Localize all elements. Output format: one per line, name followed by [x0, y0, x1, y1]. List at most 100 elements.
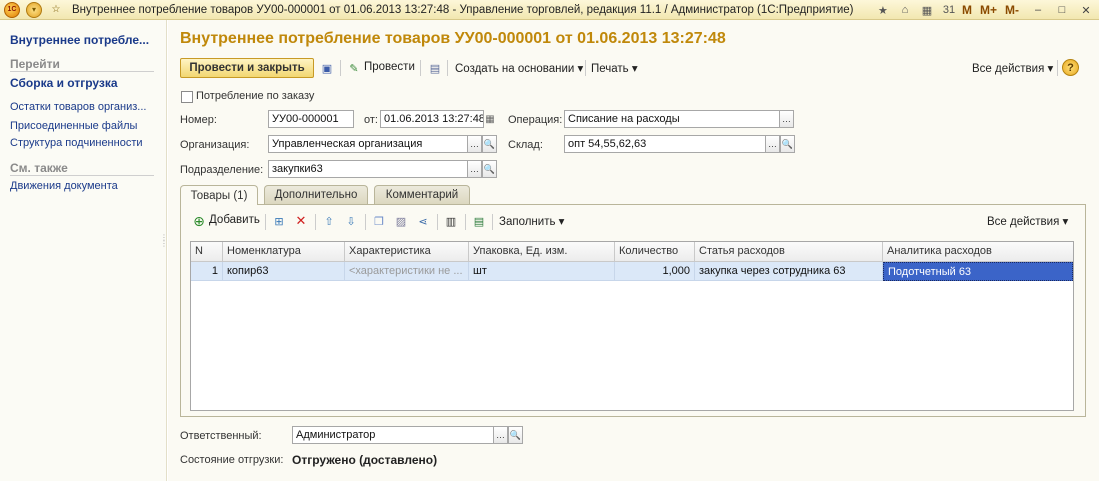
memory-m-plus-button[interactable]: M+ — [980, 3, 997, 17]
copy-icon[interactable]: ❐ — [371, 213, 387, 229]
goods-all-actions-label: Все действия — [987, 216, 1060, 228]
cell-expense-item[interactable]: закупка через сотрудника 63 — [695, 262, 883, 281]
post-icon[interactable]: ✎ — [346, 60, 362, 76]
toolbar-separator — [492, 214, 493, 230]
cell-quantity[interactable]: 1,000 — [615, 262, 695, 281]
calculator-icon[interactable]: ▦ — [918, 2, 936, 18]
column-header-nomenclature[interactable]: Номенклатура — [223, 242, 345, 262]
create-based-on-dropdown[interactable]: Создать на основании ▾ — [455, 61, 583, 75]
favorite-star-icon[interactable]: ☆ — [48, 2, 64, 18]
barcode-icon[interactable]: ▥ — [443, 213, 459, 229]
column-header-quantity[interactable]: Количество — [615, 242, 695, 262]
column-header-expense-analytics[interactable]: Аналитика расходов — [883, 242, 1073, 262]
number-label: Номер: — [180, 114, 217, 126]
nav-goto-header: Перейти — [10, 57, 60, 71]
warehouse-select-button[interactable]: … — [765, 135, 780, 153]
navigation-panel: Внутреннее потребле... Перейти Сборка и … — [0, 20, 168, 481]
print-dropdown[interactable]: Печать ▾ — [591, 61, 638, 75]
panel-resize-handle[interactable]: ⋮ ⋮ — [160, 234, 168, 265]
minimize-icon[interactable]: – — [1027, 2, 1049, 18]
toolbar-separator — [365, 214, 366, 230]
nav-item-document-movements[interactable]: Движения документа — [10, 180, 118, 192]
date-field[interactable]: 01.06.2013 13:27:48 — [380, 110, 484, 128]
table-row[interactable]: 1 копир63 <характеристики не ... шт 1,00… — [191, 262, 1073, 281]
tab-goods[interactable]: Товары (1) — [180, 185, 258, 205]
chevron-down-icon: ▾ — [558, 216, 565, 228]
goods-table: N Номенклатура Характеристика Упаковка, … — [190, 241, 1074, 411]
column-header-expense-item[interactable]: Статья расходов — [695, 242, 883, 262]
split-icon[interactable]: ⋖ — [415, 213, 431, 229]
operation-field[interactable]: Списание на расходы — [564, 110, 780, 128]
toolbar-separator — [447, 60, 448, 76]
shipment-status-value: Отгружено (доставлено) — [292, 453, 438, 467]
history-icon[interactable]: ⌂ — [896, 2, 914, 18]
responsible-field[interactable]: Администратор — [292, 426, 494, 444]
register-icon[interactable]: ▤ — [427, 60, 443, 76]
operation-select-button[interactable]: … — [779, 110, 794, 128]
fill-table-icon[interactable]: ▤ — [471, 213, 487, 229]
delete-icon[interactable]: ✕ — [293, 213, 309, 229]
page-title: Внутреннее потребление товаров УУ00-0000… — [180, 30, 726, 47]
toolbar-separator — [465, 214, 466, 230]
nav-document-title[interactable]: Внутреннее потребле... — [10, 33, 149, 47]
post-button[interactable]: Провести — [364, 61, 415, 73]
division-field[interactable]: закупки63 — [268, 160, 468, 178]
memory-m-minus-button[interactable]: M- — [1005, 3, 1019, 17]
toolbar-separator — [315, 214, 316, 230]
nav-item-attached-files[interactable]: Присоединенные файлы — [10, 120, 137, 132]
cell-characteristic[interactable]: <характеристики не ... — [345, 262, 469, 281]
cell-expense-analytics[interactable]: Подотчетный 63 — [883, 262, 1073, 281]
nav-item-assembly-shipment[interactable]: Сборка и отгрузка — [10, 76, 118, 90]
nav-item-org-stock[interactable]: Остатки товаров организ... — [10, 101, 146, 113]
column-header-package-unit[interactable]: Упаковка, Ед. изм. — [469, 242, 615, 262]
cell-nomenclature[interactable]: копир63 — [223, 262, 345, 281]
add-button[interactable]: Добавить — [209, 214, 260, 226]
cell-n[interactable]: 1 — [191, 262, 223, 281]
move-down-icon[interactable]: ⇩ — [343, 213, 359, 229]
organization-search-icon[interactable]: 🔍 — [482, 135, 497, 153]
organization-select-button[interactable]: … — [467, 135, 482, 153]
calendar-picker-icon[interactable]: ▦ — [482, 111, 498, 127]
number-field[interactable]: УУ00-000001 — [268, 110, 354, 128]
add-icon[interactable]: ⊕ — [191, 213, 207, 229]
consumption-by-order-checkbox[interactable] — [181, 91, 193, 103]
fill-dropdown[interactable]: Заполнить ▾ — [499, 214, 564, 228]
responsible-select-button[interactable]: … — [493, 426, 508, 444]
division-select-button[interactable]: … — [467, 160, 482, 178]
copy-row-icon[interactable]: ⊞ — [271, 213, 287, 229]
maximize-icon[interactable]: □ — [1051, 2, 1073, 18]
toolbar-separator — [585, 60, 586, 76]
column-header-characteristic[interactable]: Характеристика — [345, 242, 469, 262]
calendar-icon[interactable]: 31 — [940, 2, 958, 18]
add-favorite-icon[interactable]: ★ — [874, 2, 892, 18]
tab-additional[interactable]: Дополнительно — [264, 185, 368, 204]
division-label: Подразделение: — [180, 164, 264, 176]
goods-all-actions-dropdown[interactable]: Все действия ▾ — [987, 214, 1068, 228]
warehouse-search-icon[interactable]: 🔍 — [780, 135, 795, 153]
cell-package-unit[interactable]: шт — [469, 262, 615, 281]
responsible-label: Ответственный: — [180, 430, 262, 442]
nav-see-also-header: См. также — [10, 161, 68, 175]
chevron-down-icon: ▾ — [631, 63, 638, 75]
organization-field[interactable]: Управленческая организация — [268, 135, 468, 153]
close-icon[interactable]: ✕ — [1075, 2, 1097, 18]
toolbar-separator — [437, 214, 438, 230]
save-icon[interactable]: ▣ — [319, 60, 335, 76]
paste-icon[interactable]: ▨ — [393, 213, 409, 229]
warehouse-field[interactable]: опт 54,55,62,63 — [564, 135, 766, 153]
column-header-n[interactable]: N — [191, 242, 223, 262]
shipment-status-label: Состояние отгрузки: — [180, 454, 284, 466]
menu-dropdown-icon[interactable]: ▾ — [26, 1, 42, 18]
goods-tab-panel: ⊕ Добавить ⊞ ✕ ⇧ ⇩ ❐ ▨ ⋖ ▥ ▤ Заполнить ▾… — [180, 204, 1086, 417]
chevron-down-icon: ▾ — [1062, 216, 1069, 228]
tab-comment[interactable]: Комментарий — [374, 185, 470, 204]
memory-m-button[interactable]: M — [962, 3, 972, 17]
all-actions-dropdown[interactable]: Все действия ▾ — [972, 61, 1053, 75]
move-up-icon[interactable]: ⇧ — [321, 213, 337, 229]
responsible-search-icon[interactable]: 🔍 — [508, 426, 523, 444]
app-logo-icon[interactable]: 1С — [4, 1, 20, 18]
nav-item-subordination[interactable]: Структура подчиненности — [10, 137, 143, 149]
division-search-icon[interactable]: 🔍 — [482, 160, 497, 178]
help-icon[interactable]: ? — [1062, 59, 1079, 76]
post-and-close-button[interactable]: Провести и закрыть — [180, 58, 314, 78]
